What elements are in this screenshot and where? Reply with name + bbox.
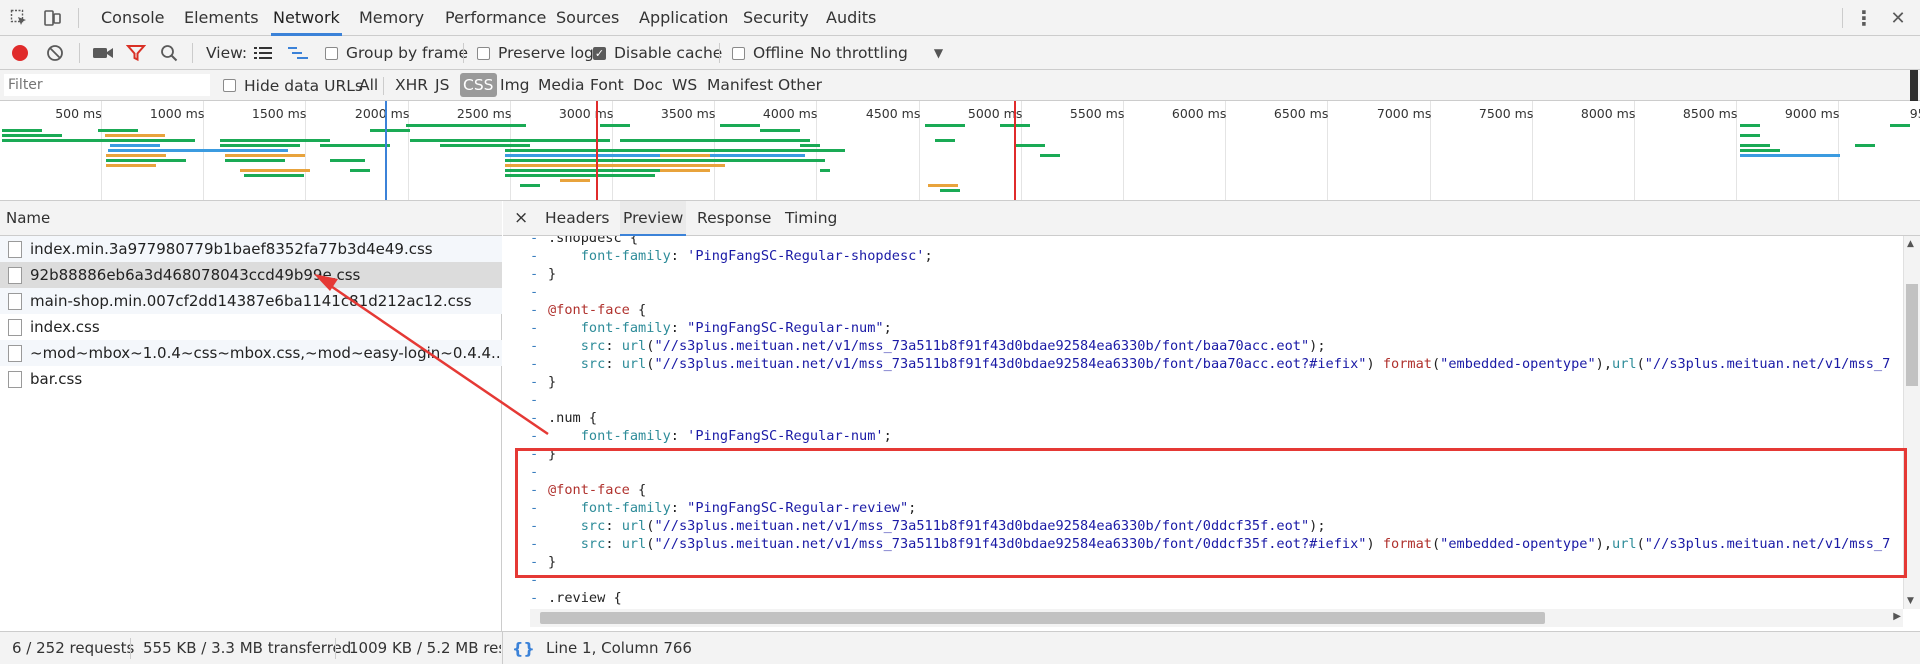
transferred-size: 555 KB / 3.3 MB transferred xyxy=(143,639,352,657)
pretty-print-icon[interactable]: {} xyxy=(512,632,535,665)
window-bottom-edge xyxy=(0,664,1920,670)
annotation-arrow xyxy=(314,274,549,436)
pane-divider xyxy=(502,632,503,665)
status-divider xyxy=(130,638,131,659)
cursor-position: Line 1, Column 766 xyxy=(546,639,692,657)
status-bar: 6 / 252 requests 555 KB / 3.3 MB transfe… xyxy=(0,631,1920,665)
resources-size: 1009 KB / 5.2 MB resou xyxy=(349,639,501,657)
request-count: 6 / 252 requests xyxy=(12,639,135,657)
status-divider xyxy=(335,638,336,659)
